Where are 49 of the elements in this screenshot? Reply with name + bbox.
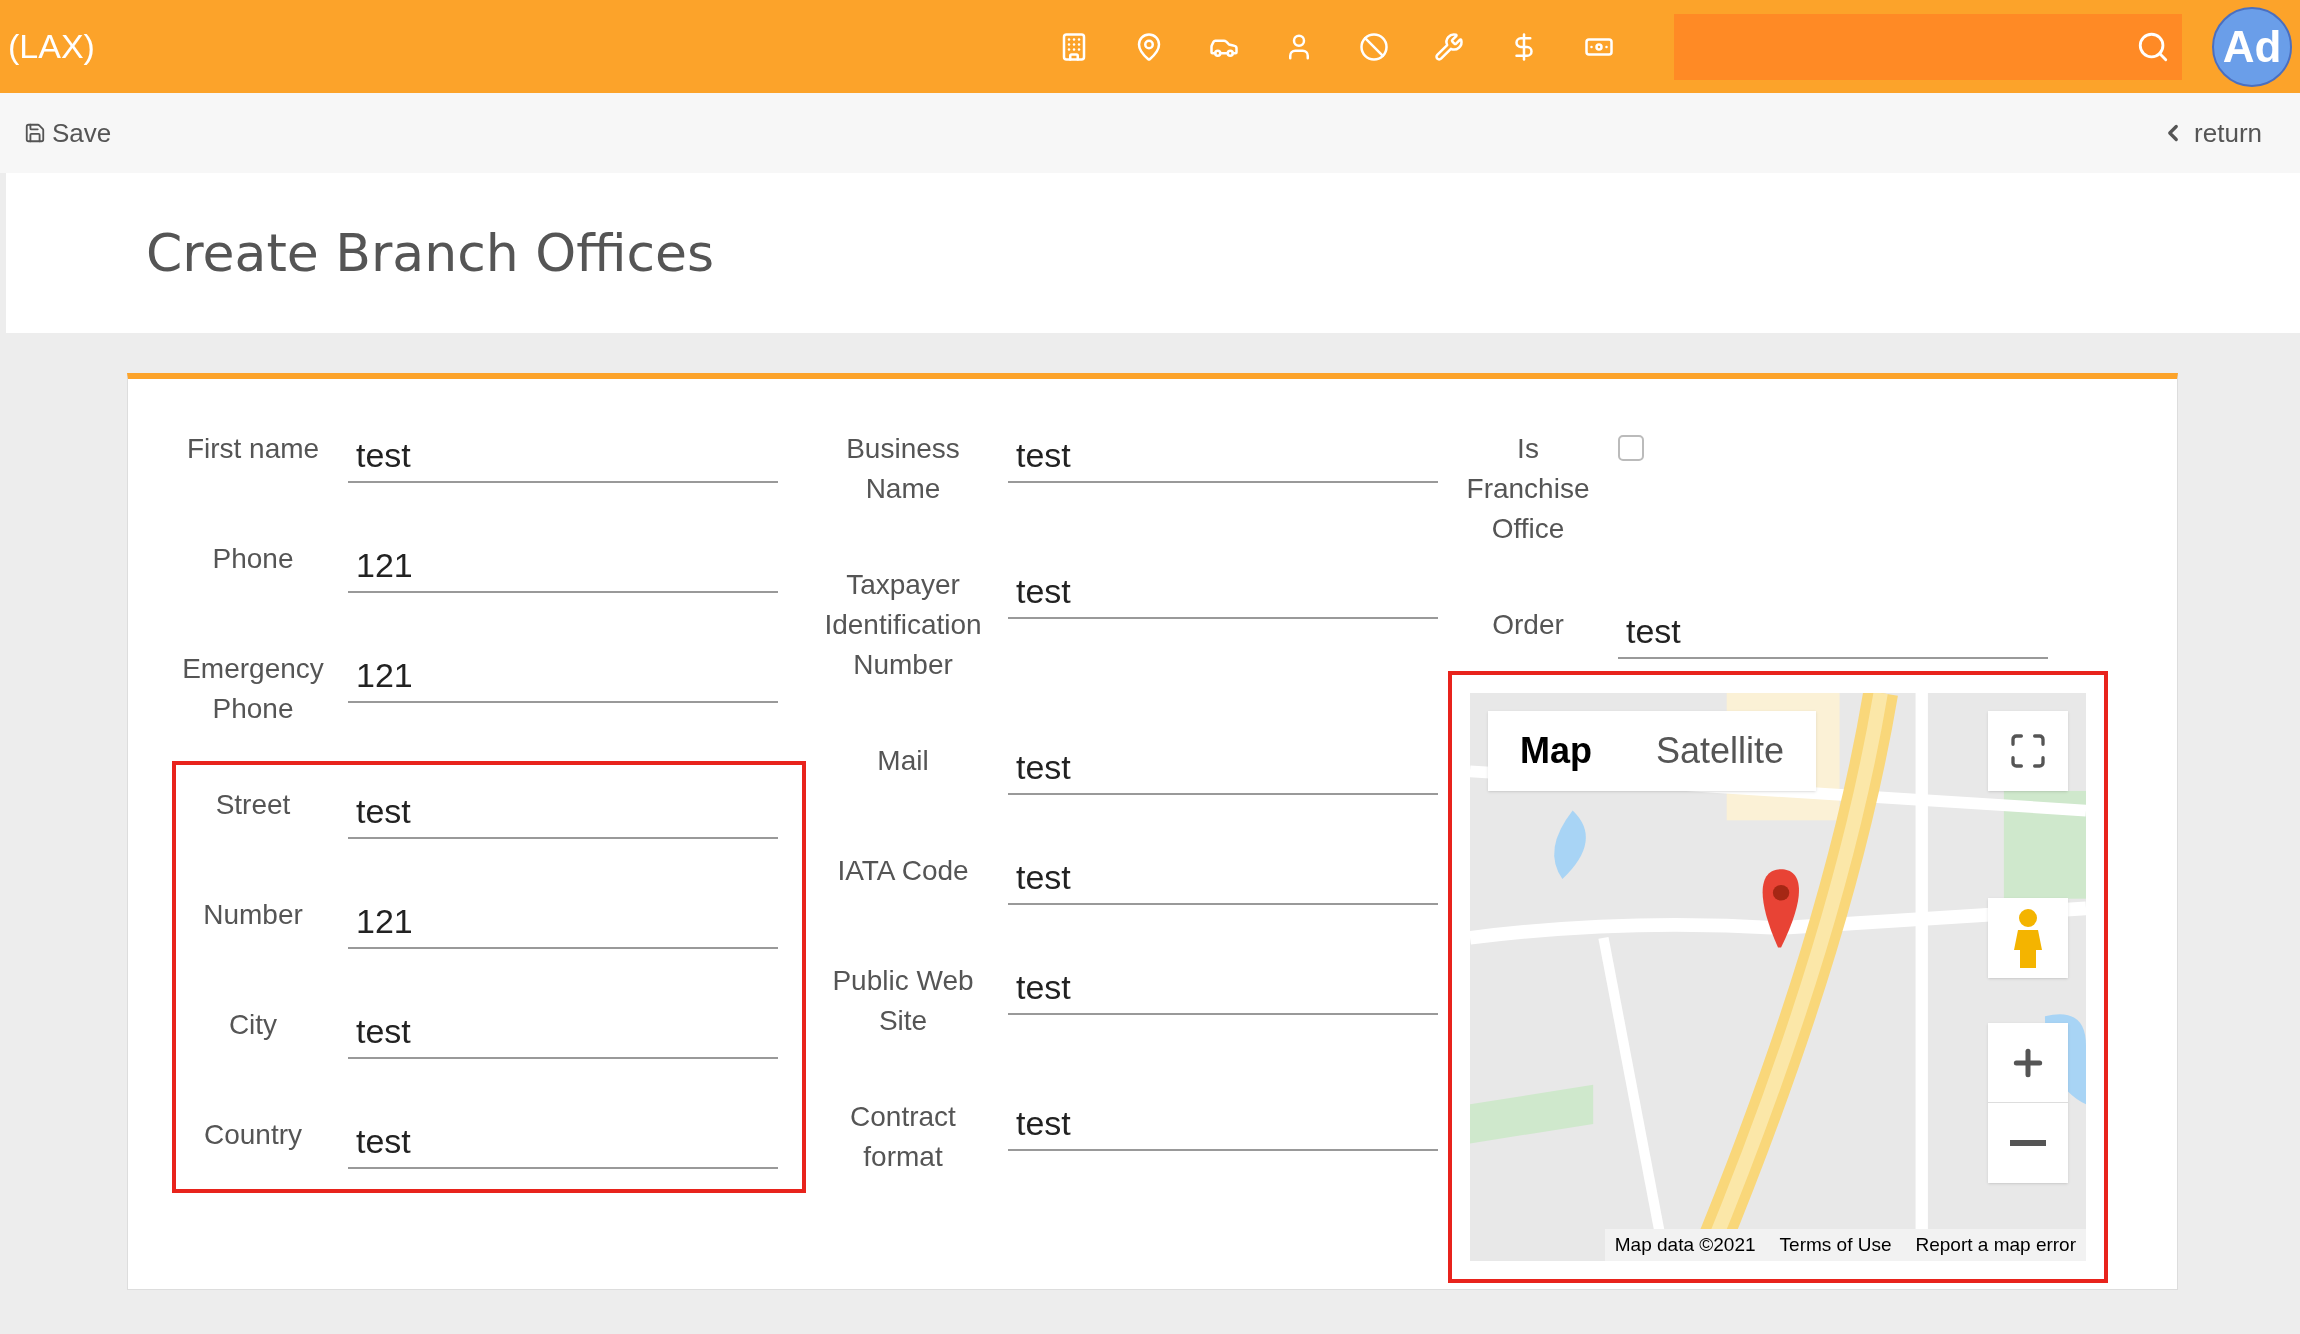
field-label: Is Franchise Office — [1465, 432, 1591, 546]
page-title: Create Branch Offices — [146, 222, 715, 285]
field-label: IATA Code — [836, 854, 970, 888]
attribution-link[interactable]: Report a map error — [1915, 1230, 2076, 1259]
checkbox[interactable] — [1618, 435, 1644, 461]
minus-icon — [2010, 1140, 2046, 1146]
text-field[interactable]: 121 — [348, 539, 778, 593]
field-label: Emergency Phone — [181, 652, 325, 726]
field-label: Mail — [876, 744, 930, 778]
search-field[interactable] — [1674, 13, 2182, 80]
fullscreen-button[interactable] — [1988, 711, 2068, 791]
text-field[interactable]: test — [1008, 1097, 1438, 1151]
text-field[interactable]: test — [348, 785, 778, 839]
attribution-link[interactable]: Terms of Use — [1779, 1230, 1892, 1259]
ban-icon[interactable] — [1359, 31, 1389, 62]
map[interactable]: Map Satellite Map data ©2021 Terms of Use Report a map error — [1470, 693, 2086, 1261]
text-field[interactable]: test — [348, 1005, 778, 1059]
field-label: Street — [214, 788, 292, 822]
save-icon — [24, 122, 46, 144]
field-label: Number — [202, 898, 304, 932]
text-field[interactable]: test — [1008, 741, 1438, 795]
text-field[interactable]: test — [348, 1115, 778, 1169]
fullscreen-icon — [2008, 731, 2048, 771]
field-label: First name — [185, 432, 321, 466]
field-label: City — [227, 1008, 279, 1042]
field-label: Country — [202, 1118, 303, 1152]
return-link[interactable]: return — [2160, 113, 2262, 153]
text-field[interactable]: test — [1008, 429, 1438, 483]
text-field[interactable]: test — [1008, 565, 1438, 619]
field-label: Business Name — [845, 432, 961, 506]
person-icon — [2013, 908, 2043, 968]
text-field[interactable]: 121 — [348, 895, 778, 949]
text-field[interactable]: test — [348, 429, 778, 483]
field-label: Public Web Site — [831, 964, 975, 1038]
text-field[interactable]: test — [1008, 851, 1438, 905]
map-type-tab[interactable]: Satellite — [1624, 711, 1817, 791]
wrench-icon[interactable] — [1434, 31, 1464, 62]
attribution-link[interactable]: Map data ©2021 — [1614, 1230, 1756, 1259]
map-type-tab[interactable]: Map — [1488, 711, 1624, 791]
field-label: Phone — [211, 542, 295, 576]
field-label: Order — [1491, 608, 1565, 642]
save-button[interactable]: Save — [24, 113, 112, 153]
pegman-button[interactable] — [1988, 898, 2068, 978]
text-field[interactable]: test — [1618, 605, 2048, 659]
header-title: (LAX) — [8, 26, 95, 67]
text-field[interactable]: test — [1008, 961, 1438, 1015]
field-label: Taxpayer Identification Number — [823, 568, 983, 682]
field-label: Contract format — [849, 1100, 957, 1174]
text-field[interactable]: 121 — [348, 649, 778, 703]
